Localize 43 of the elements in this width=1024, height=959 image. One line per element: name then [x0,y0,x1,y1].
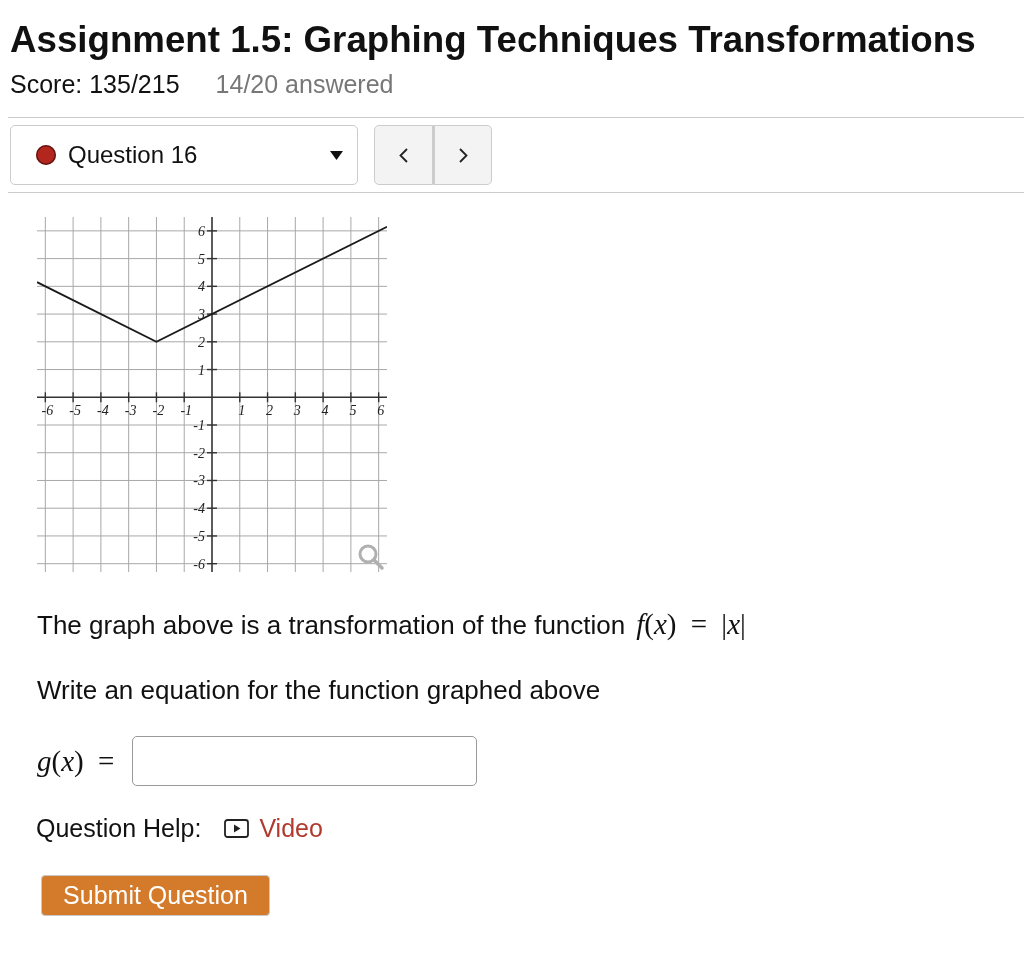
caret-icon [330,150,343,160]
tick-label: 1 [238,403,246,419]
tick-label: -1 [193,418,205,433]
next-button[interactable] [433,125,492,185]
tick-label: 3 [198,307,205,323]
tick-label: 1 [198,362,205,378]
tick-label: 4 [198,279,205,295]
tick-label: -5 [69,403,81,419]
tick-label: 6 [198,223,205,239]
instruction-text: Write an equation for the function graphed above [37,675,601,705]
tick-label: -1 [180,403,193,419]
tick-label: -6 [41,403,54,419]
tick-label: -3 [193,473,205,489]
video-link[interactable]: Video [224,814,323,842]
tick-label: 2 [198,334,205,350]
tick-label: 6 [377,403,385,419]
answer-label: g(x) = [37,744,115,778]
help-label: Question Help: [36,814,202,842]
assignment-title: Assignment 1.5: Graphing Techniques Transformations [10,20,976,60]
tick-label: 3 [293,403,301,419]
score-text: Score: 135/215 [10,70,180,98]
answer-field[interactable] [132,736,478,786]
tick-label: 5 [349,403,357,419]
tick-label: -4 [193,501,205,517]
prompt-text: The graph above is a transformation of the function [37,610,626,640]
chevron-left-icon [399,147,408,163]
tick-label: -3 [124,403,137,419]
tick-label: -5 [193,528,205,544]
previous-button[interactable] [374,125,433,185]
math-formula: f(x) = |x| [636,609,746,639]
progress-text: 14/20 answered [215,70,394,98]
submit-button[interactable]: Submit Question [41,875,270,916]
question-dropdown[interactable]: Question 16 [10,125,358,185]
tick-label: -2 [152,403,165,419]
tick-label: 4 [321,403,329,419]
chevron-right-icon [458,147,468,163]
tick-label: -6 [193,556,205,572]
tick-label: -4 [97,403,109,419]
tick-label: -2 [193,445,205,461]
tick-label: 2 [266,403,274,419]
tick-label: 5 [198,251,205,267]
magnifier-icon[interactable] [358,544,384,570]
video-play-icon [224,818,250,838]
